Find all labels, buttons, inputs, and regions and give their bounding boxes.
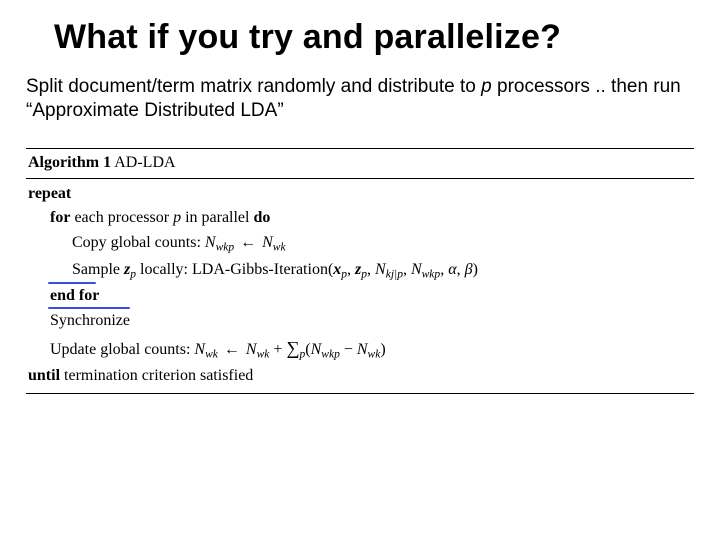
copy-lhs: N [205, 234, 216, 251]
synchronize-text: Synchronize [50, 312, 130, 329]
upd-minus: − [340, 341, 357, 358]
kw-repeat: repeat [28, 185, 71, 202]
arg-beta: β [465, 261, 473, 278]
line-until: until termination criterion satisfied [28, 364, 692, 389]
slide-title: What if you try and parallelize? [54, 18, 694, 57]
upd-lhs: N [194, 341, 205, 358]
update-text: Update global counts: [50, 341, 194, 358]
intro-p-var: p [481, 76, 492, 97]
arg-z2-sub: p [361, 268, 367, 280]
kw-do: do [253, 209, 270, 226]
upd-plus: + [269, 341, 286, 358]
annotation-endfor-underline [48, 282, 96, 284]
copy-rhs: N [262, 234, 273, 251]
algo-header: Algorithm 1 AD-LDA [26, 149, 694, 178]
copy-rhs-sub: wk [273, 242, 286, 254]
for-var-p: p [173, 209, 181, 226]
kw-for: for [50, 209, 70, 226]
algo-label: Algorithm 1 [28, 154, 111, 171]
arg-x-sub: p [341, 268, 347, 280]
arg-Nkj-sub: kj|p [386, 268, 403, 280]
intro-part1: Split document/term matrix randomly and … [26, 76, 481, 97]
upd-r1-sub: wk [257, 349, 270, 361]
algo-bottom-rule [26, 393, 694, 394]
upd-sum: ∑ [286, 338, 299, 358]
upd-arrow: ← [222, 341, 242, 358]
copy-lhs-sub: wkp [216, 242, 235, 254]
algo-name: AD-LDA [114, 154, 175, 171]
until-text: termination criterion satisfied [60, 367, 253, 384]
line-repeat: repeat [28, 182, 692, 207]
sample-mid: locally: LDA-Gibbs-Iteration( [136, 261, 333, 278]
arg-alpha: α [448, 261, 456, 278]
kw-until: until [28, 367, 60, 384]
algo-body: repeat for each processor p in parallel … [26, 179, 694, 394]
line-endfor: end for [28, 284, 692, 309]
arg-Nkj: N [375, 261, 386, 278]
for-text2: in parallel [181, 209, 253, 226]
line-sample: Sample zp locally: LDA-Gibbs-Iteration(x… [28, 258, 692, 285]
kw-endfor: end for [50, 287, 99, 304]
algorithm-box: Algorithm 1 AD-LDA repeat for each proce… [26, 148, 694, 395]
intro-text: Split document/term matrix randomly and … [26, 75, 684, 124]
line-for: for each processor p in parallel do [28, 206, 692, 231]
arg-Nwkp: N [411, 261, 422, 278]
upd-r1: N [246, 341, 257, 358]
line-synchronize: Synchronize [28, 309, 692, 334]
slide: What if you try and parallelize? Split d… [0, 0, 720, 394]
upd-t1: N [311, 341, 322, 358]
upd-lhs-sub: wk [205, 349, 218, 361]
for-text1: each processor [70, 209, 173, 226]
line-copy: Copy global counts: Nwkp ← Nwk [28, 231, 692, 258]
upd-close: ) [380, 341, 385, 358]
upd-t2-sub: wk [368, 349, 381, 361]
sample-prefix: Sample [72, 261, 124, 278]
copy-text: Copy global counts: [72, 234, 205, 251]
upd-t1-sub: wkp [321, 349, 340, 361]
sample-close: ) [473, 261, 478, 278]
arg-Nwkp-sub: wkp [422, 268, 441, 280]
upd-t2: N [357, 341, 368, 358]
annotation-synchronize-underline [48, 307, 130, 309]
copy-arrow: ← [238, 234, 258, 251]
line-update: Update global counts: Nwk ← Nwk + ∑p(Nwk… [28, 334, 692, 365]
